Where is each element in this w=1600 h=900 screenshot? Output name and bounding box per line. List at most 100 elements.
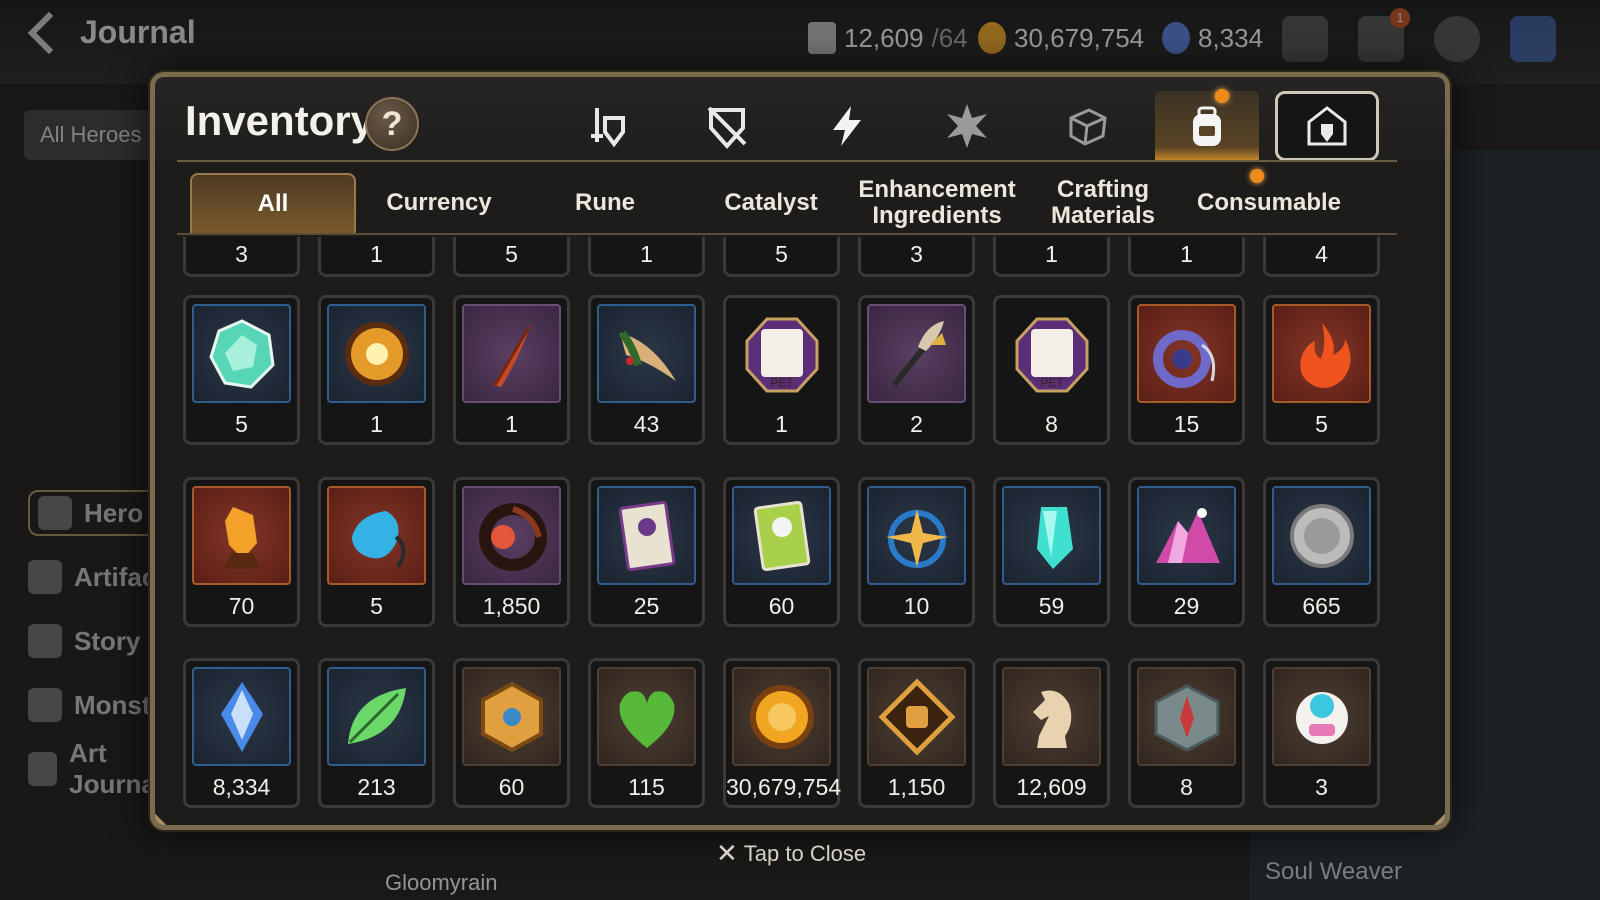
inventory-slot[interactable]: 3 (858, 237, 975, 277)
item-frame (327, 486, 426, 585)
subcategory-tabs: All Currency Rune Catalyst Enhancement I… (190, 169, 1352, 233)
help-button[interactable]: ? (365, 97, 419, 151)
item-count: 1,150 (887, 774, 946, 800)
inventory-slot[interactable]: 1 (1128, 237, 1245, 277)
stamina-max: /64 (931, 22, 968, 53)
category-artifact[interactable] (795, 91, 899, 161)
item-count: 1 (640, 241, 653, 267)
category-items[interactable] (1155, 89, 1259, 161)
inventory-slot[interactable]: 1 (318, 237, 435, 277)
inventory-slot[interactable]: 15 (1128, 295, 1245, 445)
inventory-slot[interactable]: 1 (588, 237, 705, 277)
cube-icon (1069, 108, 1107, 146)
inventory-slot[interactable]: 5 (723, 237, 840, 277)
inventory-slot[interactable]: 8 (1128, 658, 1245, 808)
palette-nav-icon (28, 752, 58, 786)
inventory-slot[interactable]: 5 (318, 477, 435, 627)
inventory-slot[interactable]: 665 (1263, 477, 1380, 627)
modal-title: Inventory (185, 97, 375, 144)
tab-all-label: All (257, 190, 289, 217)
equipment-icon (591, 108, 625, 148)
item-frame (1002, 667, 1101, 766)
item-count: 43 (633, 411, 660, 437)
inventory-slot[interactable]: 10 (858, 477, 975, 627)
inventory-slot[interactable]: 4 (1263, 237, 1380, 277)
item-count: 2 (910, 411, 923, 437)
tab-consumable[interactable]: Consumable (1186, 169, 1352, 233)
backpack-icon (1193, 106, 1221, 146)
inventory-slot[interactable]: 70 (183, 477, 300, 627)
item-frame (867, 304, 966, 403)
root-icon (618, 329, 676, 381)
item-count: 5 (1315, 411, 1328, 437)
chat-icon[interactable] (1434, 16, 1480, 62)
inventory-slot[interactable]: 3 (183, 237, 300, 277)
back-button[interactable]: Journal (24, 11, 196, 54)
inventory-slot[interactable]: 1 (453, 295, 570, 445)
gold-display[interactable]: 30,679,754 (978, 22, 1144, 54)
tab-currency[interactable]: Currency (356, 173, 522, 233)
category-spirit[interactable] (915, 91, 1019, 161)
item-count: 8 (1045, 411, 1058, 437)
inventory-slot[interactable]: PET 8 (993, 295, 1110, 445)
close-button[interactable]: ✕ Tap to Close (716, 838, 866, 869)
item-frame: PET (1002, 304, 1101, 403)
inventory-slot[interactable]: 30,679,754 (723, 658, 841, 808)
flower-ring-icon (478, 502, 547, 571)
tab-catalyst[interactable]: Catalyst (688, 173, 854, 233)
inventory-slot[interactable]: 1 (993, 237, 1110, 277)
lightning-icon (833, 106, 861, 146)
inventory-slot[interactable]: 8,334 (183, 658, 300, 808)
inventory-row: 5 1 1 43 PET 1 2 PET 8 15 5 (183, 295, 1380, 445)
tab-crafting-materials[interactable]: Crafting Materials (1020, 173, 1186, 233)
inventory-slot[interactable]: PET 1 (723, 295, 840, 445)
item-frame (732, 667, 831, 766)
amulet-icon (1152, 329, 1215, 388)
stamina-display[interactable]: 12,609/64 (808, 22, 968, 54)
inventory-slot[interactable]: 12,609 (993, 658, 1110, 808)
tab-enhancement-ingredients[interactable]: Enhancement Ingredients (854, 173, 1020, 233)
inventory-slot[interactable]: 1,150 (858, 658, 975, 808)
feather-icon (492, 322, 531, 387)
inventory-slot[interactable]: 5 (453, 237, 570, 277)
inventory-slot[interactable]: 60 (453, 658, 570, 808)
inventory-slot[interactable]: 1,850 (453, 477, 570, 627)
tab-rune[interactable]: Rune (522, 173, 688, 233)
pet-food-icon: PET (745, 317, 818, 392)
item-frame (1272, 667, 1371, 766)
category-storage[interactable] (1275, 91, 1379, 161)
inventory-slot[interactable]: 3 (1263, 658, 1380, 808)
stamina-icon (808, 22, 836, 54)
tab-rune-label: Rune (575, 189, 635, 216)
inventory-slot[interactable]: 29 (1128, 477, 1245, 627)
category-box[interactable] (1035, 91, 1139, 161)
inventory-slot[interactable]: 60 (723, 477, 840, 627)
water-drop-icon (351, 510, 405, 568)
inventory-slot[interactable]: 59 (993, 477, 1110, 627)
inventory-slot[interactable]: 213 (318, 658, 435, 808)
inventory-slot[interactable]: 115 (588, 658, 705, 808)
category-gear[interactable] (675, 91, 779, 161)
gold-value: 30,679,754 (1014, 22, 1145, 53)
inventory-slot[interactable]: 43 (588, 295, 705, 445)
gem-icon (208, 318, 275, 389)
item-count: 25 (633, 593, 660, 619)
shield-broken-icon (707, 106, 747, 150)
skystone-icon (220, 681, 263, 752)
gold-coin-icon (749, 684, 814, 749)
shop-icon[interactable] (1282, 16, 1328, 62)
inventory-slot[interactable]: 5 (183, 295, 300, 445)
tab-all[interactable]: All (190, 173, 356, 233)
menu-grid-icon[interactable] (1510, 16, 1556, 62)
inventory-slot[interactable]: 1 (318, 295, 435, 445)
item-frame (192, 304, 291, 403)
item-frame (1137, 304, 1236, 403)
inventory-slot[interactable]: 5 (1263, 295, 1380, 445)
teal-crystal-icon (1036, 506, 1073, 569)
skystone-display[interactable]: 8,334 (1162, 22, 1263, 54)
mail-icon[interactable]: 1 (1358, 8, 1410, 62)
category-equipment[interactable] (555, 91, 659, 161)
inventory-slot[interactable]: 2 (858, 295, 975, 445)
inventory-slot[interactable]: 25 (588, 477, 705, 627)
item-count: 1 (1180, 241, 1193, 267)
